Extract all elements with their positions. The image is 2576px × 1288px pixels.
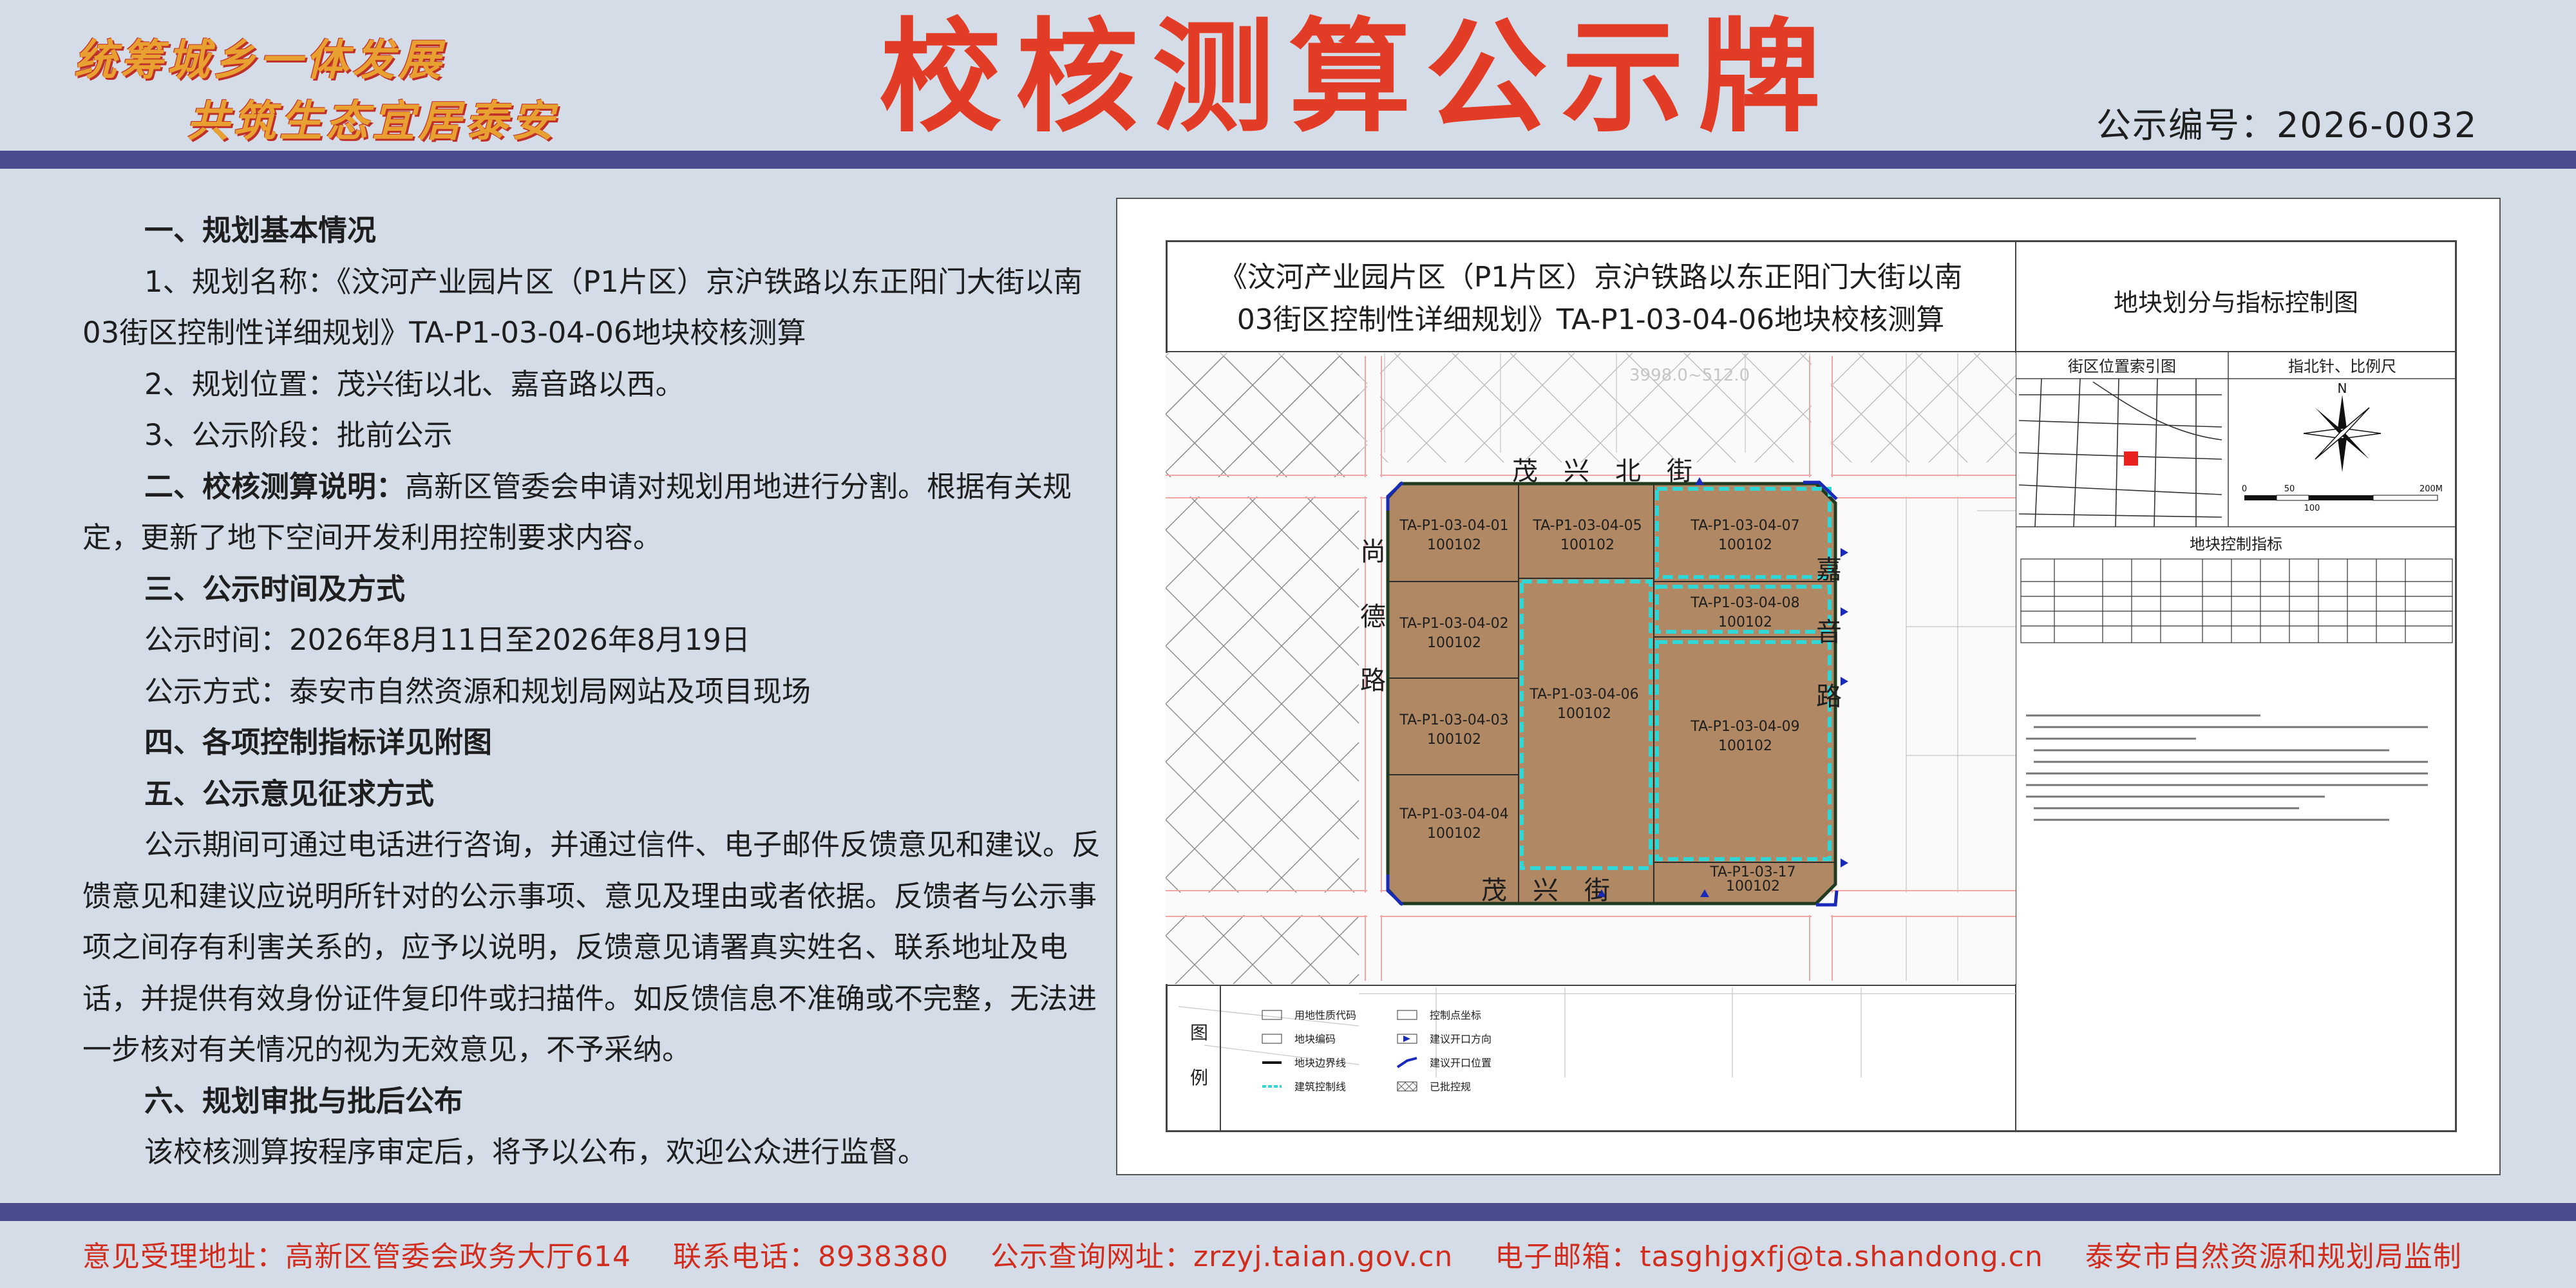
- road-label-east-2: 音: [1816, 618, 1842, 647]
- notice-number: 公示编号：2026-0032: [2096, 105, 2478, 146]
- legend-approved-plan: 已批控规: [1430, 1081, 1471, 1093]
- road-label-north: 茂 兴 北 街: [1512, 457, 1692, 486]
- notice-stage: 3、公示阶段：批前公示: [144, 418, 453, 452]
- footer-contact-bar: 意见受理地址：高新区管委会政务大厅614 联系电话：8938380 公示查询网址…: [82, 1233, 2494, 1274]
- index-map: [2018, 378, 2222, 527]
- heading-calc-explanation: 二、校核测算说明：: [144, 469, 406, 504]
- scale-tick-50: 50: [2284, 484, 2295, 494]
- road-label-west-2: 德: [1360, 602, 1386, 632]
- scale-bar: 0 50 100 200M: [2242, 484, 2443, 513]
- legend-control-point: 控制点坐标: [1430, 1009, 1481, 1021]
- plan-title-line-1: 《汶河产业园片区（P1片区）京沪铁路以东正阳门大街以南: [1219, 261, 1963, 294]
- parcel-08-code: TA-P1-03-04-08: [1690, 595, 1799, 611]
- compass-label: 指北针、比例尺: [2288, 357, 2396, 375]
- legend-land-use-code: 用地性质代码: [1294, 1009, 1356, 1021]
- plan-name: 1、规划名称：《汶河产业园片区（P1片区）京沪铁路以东正阳门大街以南03街区控制…: [82, 264, 1083, 350]
- north-approved-hatch: [1166, 353, 2016, 462]
- road-label-south: 茂 兴 街: [1481, 876, 1610, 905]
- notice-method: 公示方式：泰安市自然资源和规划局网站及项目现场: [144, 674, 811, 708]
- legend-opening-direction: 建议开口方向: [1430, 1033, 1492, 1045]
- parcel-09-use: 100102: [1718, 738, 1772, 754]
- notes-text-lines: [2026, 714, 2428, 821]
- parcel-07-code: TA-P1-03-04-07: [1690, 518, 1799, 534]
- faint-coordinate-label: 3998.0~512.0: [1629, 366, 1750, 385]
- bottom-divider-band: [0, 1203, 2576, 1221]
- slogan-line-2: 共筑生态宜居泰安: [187, 96, 558, 146]
- feedback-text: 公示期间可通过电话进行咨询，并通过信件、电子邮件反馈意见和建议。反馈意见和建议应…: [82, 828, 1101, 1066]
- road-label-east-3: 路: [1816, 682, 1842, 712]
- road-label-west-3: 路: [1360, 666, 1386, 696]
- parcel-03-use: 100102: [1427, 732, 1481, 748]
- block-location-marker: [2124, 451, 2138, 466]
- parcel-04-use: 100102: [1427, 826, 1481, 842]
- calc-explanation: 二、校核测算说明：高新区管委会申请对规划用地进行分割。根据有关规定，更新了地下空…: [82, 461, 1116, 564]
- scale-tick-200: 200M: [2420, 484, 2443, 494]
- parcel-08-use: 100102: [1718, 614, 1772, 630]
- footer-email: 电子邮箱：tasghjgxfj@ta.shandong.cn: [1495, 1240, 2043, 1273]
- road-label-east-1: 嘉: [1816, 555, 1842, 585]
- indicator-table: [2020, 558, 2453, 643]
- north-compass-icon: N: [2303, 381, 2382, 472]
- parcel-07-use: 100102: [1718, 537, 1772, 553]
- footer-website: 公示查询网址：zrzyj.taian.gov.cn: [990, 1240, 1454, 1273]
- approval-text: 该校核测算按程序审定后，将予以公布，欢迎公众进行监督。: [144, 1135, 927, 1169]
- compass-north-letter: N: [2338, 381, 2347, 396]
- parcel-01-code: TA-P1-03-04-01: [1399, 518, 1508, 534]
- footer-phone: 联系电话：8938380: [672, 1240, 949, 1273]
- parcel-04-code: TA-P1-03-04-04: [1399, 806, 1508, 822]
- scale-tick-0: 0: [2242, 484, 2247, 494]
- index-map-label: 街区位置索引图: [2068, 357, 2176, 375]
- footer-address: 意见受理地址：高新区管委会政务大厅614: [82, 1240, 631, 1273]
- notice-time: 公示时间：2026年8月11日至2026年8月19日: [144, 623, 750, 657]
- road-label-west-1: 尚: [1360, 537, 1386, 567]
- footer-authority: 泰安市自然资源和规划局监制: [2085, 1240, 2462, 1273]
- plan-location: 2、规划位置：茂兴街以北、嘉音路以西。: [144, 366, 685, 401]
- legend-title-2: 例: [1190, 1067, 1208, 1088]
- legend-opening-position: 建议开口位置: [1430, 1057, 1492, 1069]
- parcel-09-code: TA-P1-03-04-09: [1690, 719, 1799, 735]
- legend: 图 例 用地性质代码 控制点坐标 地块编码 建议开口方向 地块边界线 建议开口位…: [1166, 985, 2016, 1132]
- parcel-17-use: 100102: [1726, 878, 1780, 895]
- right-panel: 地块划分与指标控制图 街区位置索引图 指北针、比例尺 N 0 50 100 20…: [2016, 289, 2457, 821]
- legend-title-1: 图: [1190, 1022, 1208, 1043]
- notice-text: 一、规划基本情况 1、规划名称：《汶河产业园片区（P1片区）京沪铁路以东正阳门大…: [82, 205, 1116, 1178]
- legend-parcel-boundary: 地块边界线: [1294, 1057, 1346, 1069]
- page-title: 校核测算公示牌: [879, 5, 1835, 149]
- right-panel-title: 地块划分与指标控制图: [2114, 289, 2358, 317]
- heading-indicators: 四、各项控制指标详见附图: [144, 725, 493, 759]
- parcel-06-code: TA-P1-03-04-06: [1529, 687, 1638, 703]
- heading-feedback: 五、公示意见征求方式: [144, 776, 435, 811]
- parcel-02-code: TA-P1-03-04-02: [1399, 616, 1508, 632]
- scale-tick-100: 100: [2304, 504, 2320, 513]
- plan-drawing: 《汶河产业园片区（P1片区）京沪铁路以东正阳门大街以南 03街区控制性详细规划》…: [1166, 240, 2457, 1132]
- indicator-table-title: 地块控制指标: [2190, 535, 2282, 553]
- parcel-06-use: 100102: [1557, 706, 1611, 722]
- legend-building-control-line: 建筑控制线: [1294, 1081, 1346, 1093]
- top-divider-band: [0, 151, 2576, 169]
- legend-parcel-code: 地块编码: [1294, 1033, 1336, 1045]
- parcel-05-code: TA-P1-03-04-05: [1532, 518, 1642, 534]
- parcel-05-use: 100102: [1560, 537, 1615, 553]
- slogan-line-1: 统筹城乡一体发展: [74, 35, 445, 85]
- heading-basic-info: 一、规划基本情况: [144, 213, 377, 247]
- parcel-01-use: 100102: [1427, 537, 1481, 553]
- parcel-02-use: 100102: [1427, 635, 1481, 651]
- parcel-03-code: TA-P1-03-04-03: [1399, 712, 1508, 728]
- plan-title-line-2: 03街区控制性详细规划》TA-P1-03-04-06地块校核测算: [1237, 303, 1945, 336]
- heading-time-method: 三、公示时间及方式: [144, 571, 406, 606]
- heading-approval: 六、规划审批与批后公布: [144, 1083, 464, 1118]
